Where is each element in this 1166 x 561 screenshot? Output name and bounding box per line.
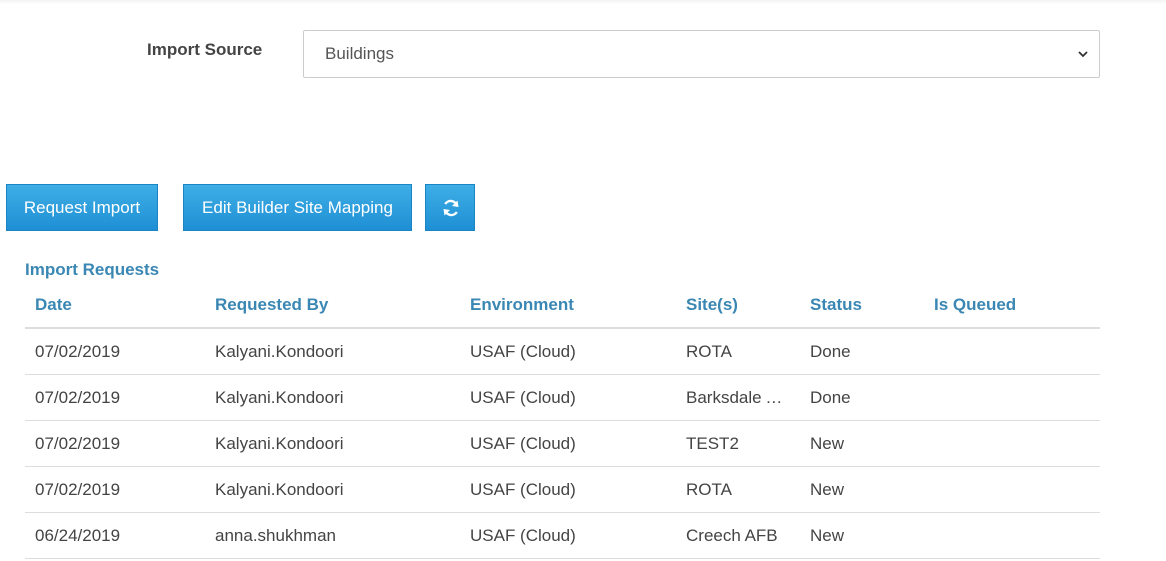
cell-requested-by: Kalyani.Kondoori	[205, 328, 460, 375]
cell-status: New	[800, 420, 924, 467]
import-requests-title: Import Requests	[25, 260, 160, 279]
refresh-button[interactable]	[425, 184, 475, 231]
cell-status: New	[800, 466, 924, 513]
cell-sites-text: ROTA	[686, 341, 732, 361]
cell-status: New	[800, 512, 924, 559]
table-row[interactable]: 07/02/2019 Kalyani.Kondoori USAF (Cloud)…	[25, 420, 1100, 467]
table-row[interactable]: 07/02/2019 Kalyani.Kondoori USAF (Cloud)…	[25, 328, 1100, 375]
cell-environment: USAF (Cloud)	[460, 328, 676, 375]
cell-date: 06/24/2019	[25, 512, 205, 559]
table-row[interactable]: 07/02/2019 Kalyani.Kondoori USAF (Cloud)…	[25, 374, 1100, 421]
cell-sites: Barksdale AFB	[676, 374, 800, 421]
import-requests-table: Date Requested By Environment Site(s) St…	[25, 282, 1100, 559]
edit-builder-site-mapping-button[interactable]: Edit Builder Site Mapping	[183, 184, 412, 231]
import-source-select[interactable]: Buildings	[303, 30, 1100, 78]
table-header-row: Date Requested By Environment Site(s) St…	[25, 282, 1100, 329]
cell-date: 07/02/2019	[25, 466, 205, 513]
cell-environment: USAF (Cloud)	[460, 512, 676, 559]
cell-is-queued	[924, 420, 1100, 467]
cell-environment: USAF (Cloud)	[460, 374, 676, 421]
cell-sites: ROTA	[676, 328, 800, 375]
table-row[interactable]: 07/02/2019 Kalyani.Kondoori USAF (Cloud)…	[25, 466, 1100, 513]
column-header-status[interactable]: Status	[800, 282, 924, 329]
cell-sites-text: Creech AFB	[686, 525, 778, 545]
request-import-button[interactable]: Request Import	[6, 184, 158, 231]
column-header-requested-by[interactable]: Requested By	[205, 282, 460, 329]
cell-environment: USAF (Cloud)	[460, 466, 676, 513]
refresh-icon	[443, 199, 459, 217]
import-source-label: Import Source	[147, 40, 263, 59]
column-header-date[interactable]: Date	[25, 282, 205, 329]
cell-status: Done	[800, 374, 924, 421]
cell-requested-by: Kalyani.Kondoori	[205, 466, 460, 513]
cell-date: 07/02/2019	[25, 420, 205, 467]
cell-date: 07/02/2019	[25, 328, 205, 375]
cell-sites-text: Barksdale AFB	[686, 387, 790, 407]
cell-sites-text: ROTA	[686, 479, 732, 499]
cell-date: 07/02/2019	[25, 374, 205, 421]
cell-requested-by: anna.shukhman	[205, 512, 460, 559]
table-row[interactable]: 06/24/2019 anna.shukhman USAF (Cloud) Cr…	[25, 512, 1100, 559]
cell-requested-by: Kalyani.Kondoori	[205, 374, 460, 421]
chevron-down-icon	[1078, 51, 1088, 58]
cell-is-queued	[924, 328, 1100, 375]
column-header-sites[interactable]: Site(s)	[676, 282, 800, 329]
column-header-environment[interactable]: Environment	[460, 282, 676, 329]
cell-is-queued	[924, 512, 1100, 559]
import-source-value: Buildings	[325, 44, 394, 63]
cell-sites: TEST2	[676, 420, 800, 467]
cell-sites: ROTA	[676, 466, 800, 513]
column-header-is-queued[interactable]: Is Queued	[924, 282, 1100, 329]
cell-is-queued	[924, 466, 1100, 513]
cell-sites-text: TEST2	[686, 433, 739, 453]
cell-sites: Creech AFB	[676, 512, 800, 559]
cell-environment: USAF (Cloud)	[460, 420, 676, 467]
cell-requested-by: Kalyani.Kondoori	[205, 420, 460, 467]
cell-status: Done	[800, 328, 924, 375]
cell-is-queued	[924, 374, 1100, 421]
top-shadow	[0, 0, 1166, 4]
